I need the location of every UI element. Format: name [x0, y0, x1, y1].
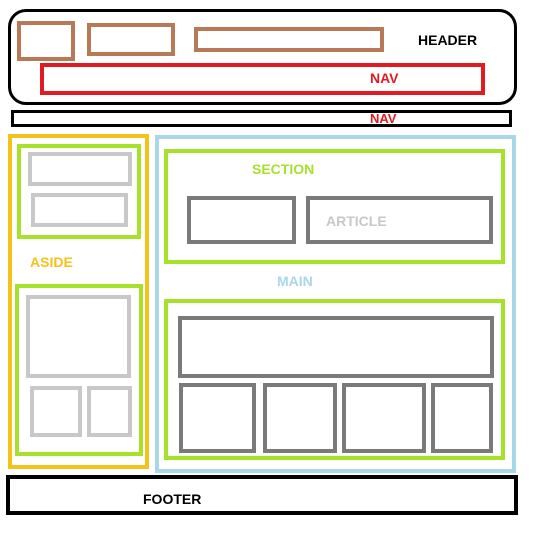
- aside-bottom-small-2: [87, 386, 132, 437]
- nav-outer-region: [11, 110, 512, 127]
- header-box-2: [87, 23, 175, 56]
- header-box-1: [17, 21, 75, 61]
- main-content-item-3: [342, 383, 426, 453]
- main-content-item-1: [179, 383, 256, 453]
- nav-outer-label: NAV: [370, 111, 397, 126]
- section-label: SECTION: [252, 161, 315, 177]
- footer-label: FOOTER: [143, 491, 202, 507]
- aside-bottom-large: [26, 295, 131, 378]
- header-label: HEADER: [418, 32, 478, 48]
- article-label: ARTICLE: [326, 213, 387, 229]
- aside-bottom-small-1: [30, 386, 82, 437]
- main-content-wide: [178, 316, 494, 378]
- main-label: MAIN: [277, 273, 313, 289]
- main-content-item-2: [263, 383, 337, 453]
- aside-label: ASIDE: [30, 254, 73, 270]
- aside-top-item-1: [28, 152, 132, 186]
- section-box-left: [187, 196, 296, 244]
- nav-inner-region: [40, 63, 485, 95]
- header-box-3: [194, 27, 384, 52]
- nav-inner-label: NAV: [370, 70, 399, 86]
- footer-region: [6, 475, 518, 515]
- main-content-item-4: [431, 383, 493, 453]
- aside-top-item-2: [31, 193, 128, 227]
